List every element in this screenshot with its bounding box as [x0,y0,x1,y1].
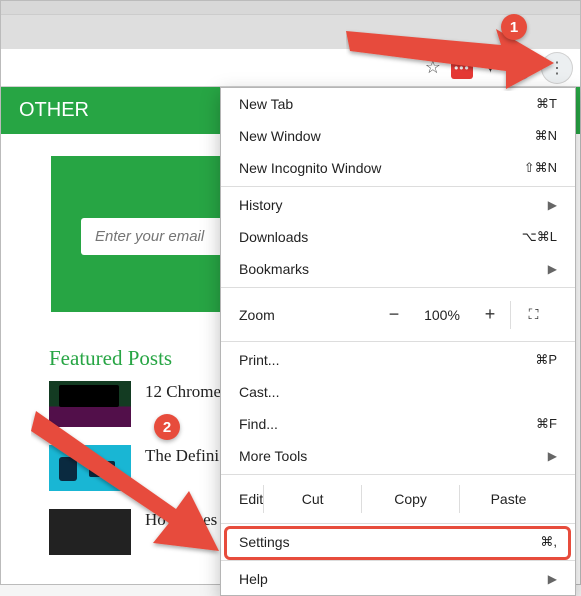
paste-button[interactable]: Paste [459,485,557,513]
menu-separator [221,287,575,288]
submenu-arrow-icon: ▶ [548,449,557,463]
menu-separator [221,523,575,524]
copy-button[interactable]: Copy [361,485,459,513]
menu-shortcut: ⌘N [535,128,557,144]
menu-bookmarks[interactable]: Bookmarks ▶ [221,253,575,285]
menu-shortcut: ⇧⌘N [524,160,557,176]
submenu-arrow-icon: ▶ [548,198,557,212]
menu-label: History [239,197,283,213]
chrome-menu-button[interactable]: ⋮ [542,53,572,83]
menu-label: Edit [239,491,263,507]
menu-settings[interactable]: Settings ⌘, [221,526,575,558]
window-titlebar [1,1,580,15]
menu-edit: Edit Cut Copy Paste [221,477,575,521]
fullscreen-button[interactable]: ⛶ [511,306,557,323]
menu-help[interactable]: Help ▶ [221,563,575,595]
menu-label: Find... [239,416,278,432]
tab-strip [1,15,580,49]
menu-zoom: Zoom − 100% + ⛶ [221,290,575,339]
submenu-arrow-icon: ▶ [548,572,557,586]
post-thumbnail [49,509,131,555]
post-thumbnail [49,381,131,427]
post-thumbnail [49,445,131,491]
menu-label: New Incognito Window [239,160,381,176]
menu-label: New Window [239,128,321,144]
zoom-value: 100% [414,307,470,323]
menu-separator [221,474,575,475]
menu-shortcut: ⌥⌘L [522,229,557,245]
menu-more-tools[interactable]: More Tools ▶ [221,440,575,472]
menu-shortcut: ⌘, [540,534,557,550]
menu-separator [221,186,575,187]
menu-separator [221,560,575,561]
menu-downloads[interactable]: Downloads ⌥⌘L [221,221,575,253]
menu-label: Bookmarks [239,261,309,277]
profile-avatar[interactable] [508,56,532,80]
menu-print[interactable]: Print... ⌘P [221,344,575,376]
menu-label: Print... [239,352,279,368]
extensions-icon[interactable]: ✦ [483,57,498,78]
menu-new-incognito[interactable]: New Incognito Window ⇧⌘N [221,152,575,184]
menu-cast[interactable]: Cast... [221,376,575,408]
menu-new-tab[interactable]: New Tab ⌘T [221,88,575,120]
menu-shortcut: ⌘F [536,416,557,432]
post-title: 12 Chrome [145,381,221,404]
callout-badge-2: 2 [154,414,180,440]
menu-label: New Tab [239,96,293,112]
zoom-in-button[interactable]: + [470,298,510,331]
menu-history[interactable]: History ▶ [221,189,575,221]
chrome-menu: New Tab ⌘T New Window ⌘N New Incognito W… [220,87,576,596]
extension-lastpass-icon[interactable]: ••• [451,57,473,79]
menu-label: Settings [239,534,290,550]
menu-separator [221,341,575,342]
submenu-arrow-icon: ▶ [548,262,557,276]
cut-button[interactable]: Cut [263,485,361,513]
menu-shortcut: ⌘T [536,96,557,112]
menu-new-window[interactable]: New Window ⌘N [221,120,575,152]
menu-shortcut: ⌘P [535,352,557,368]
menu-label: More Tools [239,448,307,464]
menu-find[interactable]: Find... ⌘F [221,408,575,440]
menu-label: Cast... [239,384,279,400]
bookmark-star-icon[interactable]: ☆ [425,57,441,78]
callout-badge-1: 1 [501,14,527,40]
menu-label: Downloads [239,229,308,245]
zoom-out-button[interactable]: − [374,298,414,331]
browser-toolbar: ☆ ••• ✦ ⋮ [1,49,580,87]
menu-label: Zoom [239,307,275,323]
